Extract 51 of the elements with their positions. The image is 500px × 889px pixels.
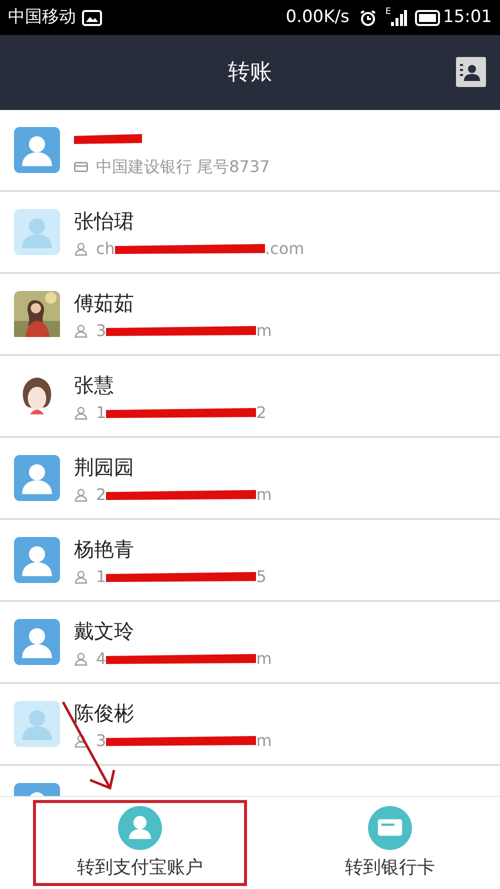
account-detail: m	[256, 323, 272, 339]
account-detail: 1	[96, 405, 106, 421]
card-icon	[74, 162, 88, 172]
image-icon	[82, 10, 102, 26]
account-detail: m	[256, 487, 272, 503]
account-detail: 2	[96, 487, 106, 503]
contact-name: 戴文玲	[74, 621, 134, 641]
account-detail: m	[256, 733, 272, 749]
network-type: E	[385, 6, 391, 19]
page-title: 转账	[228, 59, 272, 87]
contact-name: 傅茹茹	[74, 293, 134, 313]
person-icon	[74, 652, 88, 666]
avatar-icon	[14, 455, 60, 501]
person-icon	[74, 570, 88, 584]
contact-name: 荆园园	[74, 457, 134, 477]
person-icon	[74, 242, 88, 256]
contact-name: 张怡珺	[74, 211, 134, 231]
person-icon	[74, 324, 88, 338]
avatar-icon	[14, 619, 60, 665]
signal-icon	[391, 10, 407, 26]
contacts-book-button[interactable]	[456, 57, 486, 87]
account-detail: 3	[96, 323, 106, 339]
avatar-icon	[14, 537, 60, 583]
carrier-name: 中国移动	[8, 6, 76, 29]
contact-name: 陈俊彬	[74, 703, 134, 723]
avatar-icon	[14, 701, 60, 747]
account-detail: ch	[96, 241, 115, 257]
redaction-mark	[74, 133, 142, 145]
person-icon	[74, 488, 88, 502]
avatar-icon	[14, 127, 60, 173]
account-detail: 2	[256, 405, 266, 421]
contact-name: 杨艳青	[74, 539, 134, 559]
account-detail: 1	[96, 569, 106, 585]
clock-time: 15:01	[443, 6, 492, 29]
account-detail: 5	[256, 569, 266, 585]
network-speed: 0.00K/s	[286, 6, 350, 29]
person-icon	[118, 806, 162, 850]
person-icon	[74, 734, 88, 748]
account-detail: .com	[264, 241, 304, 257]
account-detail: m	[256, 651, 272, 667]
avatar-icon	[14, 209, 60, 255]
card-icon	[368, 806, 412, 850]
account-detail: 4	[96, 651, 106, 667]
alarm-icon	[359, 8, 378, 26]
battery-icon	[415, 10, 441, 26]
contact-name: 张慧	[74, 375, 114, 395]
transfer-button[interactable]: 转到支付宝账户	[30, 797, 250, 889]
person-icon	[74, 406, 88, 420]
account-detail: 3	[96, 733, 106, 749]
account-detail: 中国建设银行 尾号8737	[96, 159, 270, 175]
transfer-button[interactable]: 转到银行卡	[280, 797, 500, 889]
